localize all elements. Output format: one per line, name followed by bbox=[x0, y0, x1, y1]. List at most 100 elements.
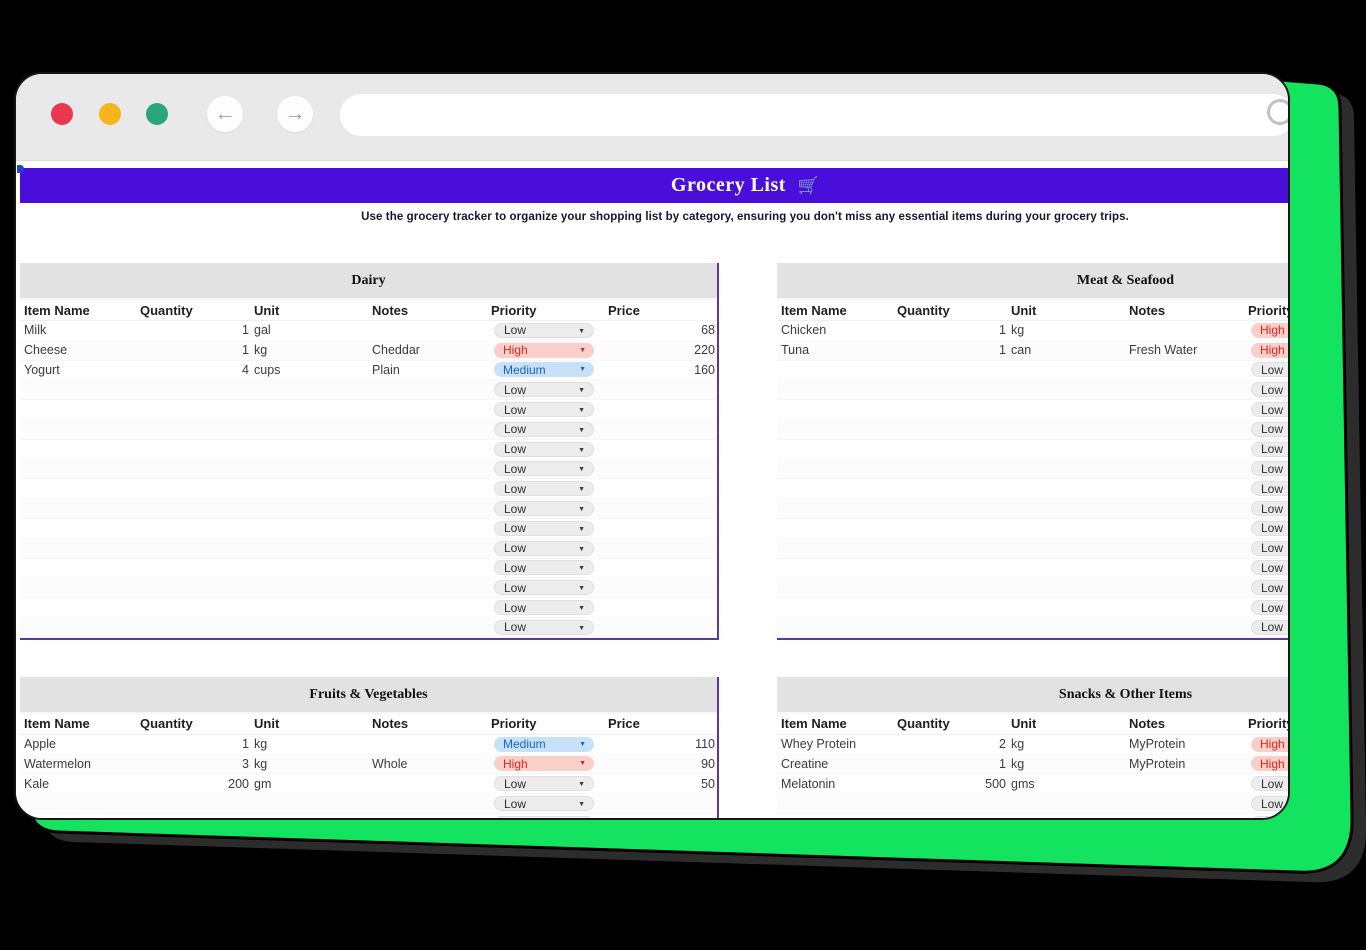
priority-dropdown[interactable]: Low▼ bbox=[1251, 501, 1290, 516]
notes-cell[interactable]: Whole bbox=[334, 757, 482, 771]
price-cell[interactable]: 68 bbox=[600, 323, 719, 337]
unit-cell[interactable]: cups bbox=[249, 363, 334, 377]
priority-cell: Low▼ bbox=[482, 382, 600, 397]
priority-dropdown[interactable]: High▼ bbox=[1251, 756, 1290, 771]
price-cell[interactable]: 110 bbox=[600, 737, 719, 751]
quantity-cell[interactable]: 1 bbox=[137, 323, 249, 337]
item-name-cell[interactable]: Kale bbox=[20, 777, 137, 791]
back-button[interactable]: ← bbox=[207, 96, 243, 132]
item-name-cell[interactable]: Apple bbox=[20, 737, 137, 751]
priority-dropdown[interactable]: Low▼ bbox=[494, 501, 594, 516]
quantity-cell[interactable]: 1 bbox=[137, 737, 249, 751]
priority-dropdown[interactable]: Low▼ bbox=[494, 382, 594, 397]
price-cell[interactable]: 50 bbox=[600, 777, 719, 791]
priority-dropdown[interactable]: Low▼ bbox=[494, 323, 594, 338]
priority-dropdown[interactable]: Low▼ bbox=[1251, 521, 1290, 536]
quantity-cell[interactable]: 1 bbox=[894, 323, 1006, 337]
item-name-cell[interactable]: Watermelon bbox=[20, 757, 137, 771]
priority-dropdown[interactable]: Low▼ bbox=[1251, 461, 1290, 476]
unit-cell[interactable]: kg bbox=[249, 737, 334, 751]
column-header-row: Item NameQuantityUnitNotesPriorityPrice bbox=[777, 300, 1290, 321]
price-cell[interactable]: 220 bbox=[600, 343, 719, 357]
unit-cell[interactable]: kg bbox=[249, 757, 334, 771]
traffic-light-close-button[interactable] bbox=[51, 103, 73, 125]
priority-dropdown[interactable]: Low▼ bbox=[1251, 541, 1290, 556]
notes-cell[interactable]: MyProtein bbox=[1091, 737, 1239, 751]
unit-cell[interactable]: gm bbox=[249, 777, 334, 791]
priority-dropdown[interactable]: High▼ bbox=[1251, 323, 1290, 338]
priority-dropdown[interactable]: Low▼ bbox=[494, 580, 594, 595]
priority-dropdown[interactable]: High▼ bbox=[1251, 737, 1290, 752]
priority-dropdown[interactable]: Low▼ bbox=[494, 620, 594, 635]
priority-dropdown[interactable]: Medium▼ bbox=[494, 362, 594, 377]
priority-dropdown[interactable]: Low▼ bbox=[494, 521, 594, 536]
quantity-cell[interactable]: 1 bbox=[137, 343, 249, 357]
traffic-light-zoom-button[interactable] bbox=[146, 103, 168, 125]
priority-dropdown[interactable]: Low▼ bbox=[1251, 481, 1290, 496]
price-cell[interactable]: 90 bbox=[600, 757, 719, 771]
priority-dropdown[interactable]: Low▼ bbox=[1251, 580, 1290, 595]
priority-dropdown[interactable]: Low▼ bbox=[494, 422, 594, 437]
unit-cell[interactable]: kg bbox=[1006, 737, 1091, 751]
quantity-cell[interactable]: 3 bbox=[137, 757, 249, 771]
priority-dropdown[interactable]: Low▼ bbox=[494, 481, 594, 496]
search-icon[interactable] bbox=[1267, 99, 1290, 125]
notes-cell[interactable]: Cheddar bbox=[334, 343, 482, 357]
unit-cell[interactable]: kg bbox=[1006, 757, 1091, 771]
priority-dropdown[interactable]: Low▼ bbox=[494, 442, 594, 457]
priority-dropdown[interactable]: Low▼ bbox=[1251, 560, 1290, 575]
priority-dropdown[interactable]: Low▼ bbox=[494, 776, 594, 791]
item-name-cell[interactable]: Creatine bbox=[777, 757, 894, 771]
priority-dropdown[interactable]: Low▼ bbox=[494, 402, 594, 417]
chevron-down-icon: ▼ bbox=[578, 581, 585, 596]
priority-dropdown[interactable]: Low▼ bbox=[1251, 796, 1290, 811]
item-name-cell[interactable]: Melatonin bbox=[777, 777, 894, 791]
notes-cell[interactable]: Fresh Water bbox=[1091, 343, 1239, 357]
quantity-cell[interactable]: 200 bbox=[137, 777, 249, 791]
priority-dropdown[interactable]: Low▼ bbox=[494, 541, 594, 556]
priority-dropdown[interactable]: Low▼ bbox=[494, 816, 594, 820]
priority-dropdown[interactable]: Low▼ bbox=[494, 461, 594, 476]
traffic-light-minimize-button[interactable] bbox=[99, 103, 121, 125]
forward-button[interactable]: → bbox=[277, 96, 313, 132]
quantity-cell[interactable]: 1 bbox=[894, 343, 1006, 357]
quantity-cell[interactable]: 1 bbox=[894, 757, 1006, 771]
table-row: Cheese1kgCheddar High▼ 220 bbox=[20, 341, 717, 361]
priority-dropdown[interactable]: Low▼ bbox=[494, 796, 594, 811]
priority-dropdown[interactable]: Low▼ bbox=[1251, 382, 1290, 397]
item-name-cell[interactable]: Cheese bbox=[20, 343, 137, 357]
item-name-cell[interactable]: Milk bbox=[20, 323, 137, 337]
priority-dropdown[interactable]: High▼ bbox=[494, 343, 594, 358]
priority-dropdown[interactable]: Low▼ bbox=[494, 600, 594, 615]
priority-dropdown[interactable]: Low▼ bbox=[1251, 442, 1290, 457]
priority-dropdown[interactable]: Low▼ bbox=[1251, 620, 1290, 635]
priority-dropdown[interactable]: Medium▼ bbox=[494, 737, 594, 752]
priority-dropdown[interactable]: Low▼ bbox=[1251, 422, 1290, 437]
table-title: Dairy bbox=[20, 263, 717, 300]
priority-dropdown[interactable]: High▼ bbox=[1251, 343, 1290, 358]
quantity-cell[interactable]: 4 bbox=[137, 363, 249, 377]
item-name-cell[interactable]: Yogurt bbox=[20, 363, 137, 377]
item-name-cell[interactable]: Whey Protein bbox=[777, 737, 894, 751]
priority-dropdown[interactable]: High▼ bbox=[494, 756, 594, 771]
unit-cell[interactable]: kg bbox=[1006, 323, 1091, 337]
unit-cell[interactable]: kg bbox=[249, 343, 334, 357]
quantity-cell[interactable]: 2 bbox=[894, 737, 1006, 751]
item-name-cell[interactable]: Chicken bbox=[777, 323, 894, 337]
priority-dropdown[interactable]: Low▼ bbox=[494, 560, 594, 575]
price-cell[interactable]: 160 bbox=[600, 363, 719, 377]
item-name-cell[interactable]: Tuna bbox=[777, 343, 894, 357]
unit-cell[interactable]: gal bbox=[249, 323, 334, 337]
unit-cell[interactable]: can bbox=[1006, 343, 1091, 357]
unit-cell[interactable]: gms bbox=[1006, 777, 1091, 791]
priority-dropdown[interactable]: Low▼ bbox=[1251, 600, 1290, 615]
priority-dropdown[interactable]: Low▼ bbox=[1251, 776, 1290, 791]
quantity-cell[interactable]: 500 bbox=[894, 777, 1006, 791]
priority-value: Low bbox=[1261, 797, 1283, 811]
notes-cell[interactable]: Plain bbox=[334, 363, 482, 377]
notes-cell[interactable]: MyProtein bbox=[1091, 757, 1239, 771]
priority-dropdown[interactable]: Low▼ bbox=[1251, 402, 1290, 417]
priority-dropdown[interactable]: Low▼ bbox=[1251, 362, 1290, 377]
tables-grid: Dairy Item NameQuantityUnitNotesPriority… bbox=[20, 263, 1290, 820]
url-input[interactable] bbox=[340, 94, 1290, 136]
